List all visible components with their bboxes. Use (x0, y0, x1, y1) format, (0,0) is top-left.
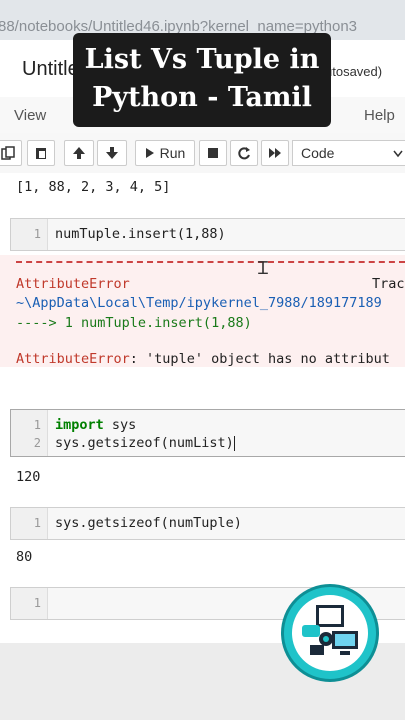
copy-button[interactable] (0, 140, 22, 166)
run-button[interactable]: Run (135, 140, 195, 166)
line-number: 2 (33, 436, 41, 450)
stop-icon (208, 148, 218, 158)
down-arrow-icon (106, 147, 118, 159)
code-text: sys.getsizeof(numList) (55, 435, 234, 451)
autosave-status: utosaved) (325, 64, 383, 79)
cell-type-value: Code (301, 145, 335, 161)
traceback-line: ----> 1 numTuple.insert(1,88) (16, 315, 252, 331)
code-line[interactable]: import sys (55, 417, 136, 433)
interrupt-button[interactable] (199, 140, 227, 166)
error-name: AttributeError (16, 276, 130, 292)
move-down-button[interactable] (97, 140, 127, 166)
error-divider (16, 261, 405, 263)
line-number: 1 (33, 227, 41, 241)
line-gutter: 1 (11, 588, 48, 619)
fast-forward-icon (269, 148, 281, 158)
notebook-title[interactable]: Untitle (22, 58, 79, 81)
line-gutter: 1 2 (11, 410, 48, 456)
restart-run-all-button[interactable] (261, 140, 289, 166)
error-message-name: AttributeError (16, 351, 130, 367)
error-message: AttributeError: 'tuple' object has no at… (16, 351, 390, 367)
restart-button[interactable] (230, 140, 258, 166)
copy-icon (1, 146, 15, 160)
text-cursor (233, 435, 235, 451)
run-icon (145, 148, 154, 158)
paste-button[interactable] (27, 140, 55, 166)
line-number: 1 (33, 516, 41, 530)
error-message-text: : 'tuple' object has no attribut (129, 351, 390, 367)
cell-type-select[interactable]: Code (292, 140, 405, 166)
code-cell-getsizeof-tuple[interactable]: 1 sys.getsizeof(numTuple) (10, 507, 405, 540)
menu-help[interactable]: Help (364, 107, 395, 124)
code-line[interactable]: sys.getsizeof(numList) (55, 435, 235, 451)
run-label: Run (159, 145, 186, 161)
previous-output: [1, 88, 2, 3, 4, 5] (16, 179, 171, 195)
notebook-area: [1, 88, 2, 3, 4, 5] 1 numTuple.insert(1,… (0, 173, 405, 643)
cell-output: 120 (16, 469, 41, 485)
line-gutter: 1 (11, 219, 48, 250)
code-line[interactable]: numTuple.insert(1,88) (55, 226, 226, 242)
import-keyword: import (55, 417, 104, 433)
menu-view[interactable]: View (14, 107, 46, 124)
error-output: AttributeError Trac ~\AppData\Local\Temp… (0, 255, 405, 367)
toolbar: Run Code (0, 133, 405, 174)
banner-title-line2: Python - Tamil (92, 82, 312, 113)
banner-title-line1: List Vs Tuple in (84, 44, 320, 75)
move-up-button[interactable] (64, 140, 94, 166)
code-cell-getsizeof-list[interactable]: 1 2 import sys sys.getsizeof(numList) (10, 409, 405, 457)
channel-logo-icon (281, 584, 379, 682)
up-arrow-icon (73, 147, 85, 159)
line-number: 1 (33, 418, 41, 432)
line-number: 1 (33, 596, 41, 610)
video-title-banner: List Vs Tuple in Python - Tamil (73, 33, 331, 127)
logo-inner (292, 595, 368, 671)
mouse-cursor: Ɪ (258, 258, 269, 278)
chevron-down-icon (393, 150, 403, 158)
traceback-path: ~\AppData\Local\Temp/ipykernel_7988/1891… (16, 295, 382, 311)
cell-output: 80 (16, 549, 33, 565)
restart-icon (238, 147, 250, 160)
code-line[interactable]: sys.getsizeof(numTuple) (55, 515, 242, 531)
computer-illustration (302, 605, 358, 655)
line-gutter: 1 (11, 508, 48, 539)
module-name: sys (103, 417, 137, 433)
code-cell-insert[interactable]: 1 numTuple.insert(1,88) (10, 218, 405, 251)
traceback-label: Trac (372, 276, 405, 292)
paste-icon (36, 148, 46, 159)
